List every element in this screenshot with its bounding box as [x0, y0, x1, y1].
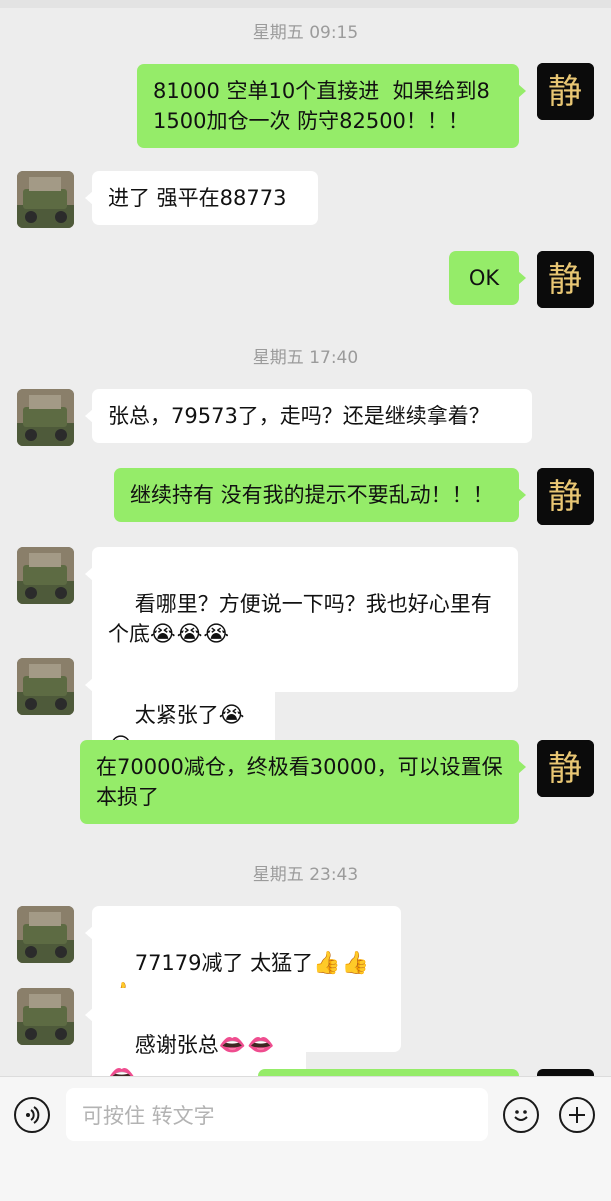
emoji-button[interactable] — [503, 1097, 539, 1133]
crying-emoji: 😭😭😭 — [150, 622, 231, 647]
voice-icon — [26, 1106, 40, 1124]
my-avatar[interactable]: 静 — [537, 740, 594, 797]
message-text: 77179减了 太猛了 — [134, 951, 314, 975]
contact-avatar[interactable] — [17, 547, 74, 604]
avatar-photo — [17, 658, 74, 715]
message-bubble-outgoing[interactable]: OK — [449, 251, 526, 305]
chat-area: 星期五 09:15 81000 空单10个直接进 如果给到81500加仓一次 防… — [0, 0, 611, 1080]
avatar-glyph: 静 — [537, 740, 594, 797]
my-avatar[interactable]: 静 — [537, 468, 594, 525]
avatar-photo — [17, 988, 74, 1045]
top-divider — [0, 0, 611, 8]
emoji-icon — [514, 1110, 528, 1121]
timestamp: 星期五 17:40 — [252, 348, 359, 368]
svg-text:静: 静 — [548, 260, 582, 300]
avatar-photo — [17, 171, 74, 228]
contact-avatar[interactable] — [17, 171, 74, 228]
message-bubble-incoming[interactable]: 张总，79573了，走吗？还是继续拿着？ — [85, 389, 532, 443]
svg-text:静: 静 — [548, 477, 582, 517]
svg-text:静: 静 — [548, 72, 582, 112]
message-bubble-incoming[interactable]: 进了 强平在88773 — [85, 171, 318, 225]
voice-button[interactable] — [14, 1097, 50, 1133]
avatar-glyph: 静 — [537, 251, 594, 308]
avatar-photo — [17, 547, 74, 604]
message-text: 感谢张总 — [134, 1033, 219, 1057]
plus-icon — [569, 1107, 585, 1123]
avatar-photo — [17, 906, 74, 963]
contact-avatar[interactable] — [17, 389, 74, 446]
avatar-glyph: 静 — [537, 63, 594, 120]
timestamp: 星期五 23:43 — [252, 865, 359, 885]
add-button[interactable] — [559, 1097, 595, 1133]
message-bubble-incoming[interactable]: 感谢张总👄👄👄 — [85, 988, 306, 1080]
contact-avatar[interactable] — [17, 658, 74, 715]
message-input[interactable]: 可按住 转文字 — [66, 1088, 488, 1141]
svg-text:静: 静 — [548, 749, 582, 789]
avatar-glyph: 静 — [537, 468, 594, 525]
contact-avatar[interactable] — [17, 988, 74, 1045]
contact-avatar[interactable] — [17, 906, 74, 963]
message-text: 太紧张了 — [134, 703, 219, 727]
my-avatar[interactable]: 静 — [537, 251, 594, 308]
message-bubble-outgoing[interactable]: 继续持有 没有我的提示不要乱动！！！ — [114, 468, 526, 522]
input-bar: 可按住 转文字 — [0, 1076, 611, 1201]
timestamp: 星期五 09:15 — [252, 23, 359, 43]
message-bubble-outgoing[interactable]: 在70000减仓，终极看30000，可以设置保本损了 — [80, 740, 526, 824]
message-bubble-outgoing[interactable]: 81000 空单10个直接进 如果给到81500加仓一次 防守82500！！！ — [137, 64, 526, 148]
avatar-photo — [17, 389, 74, 446]
my-avatar[interactable]: 静 — [537, 63, 594, 120]
